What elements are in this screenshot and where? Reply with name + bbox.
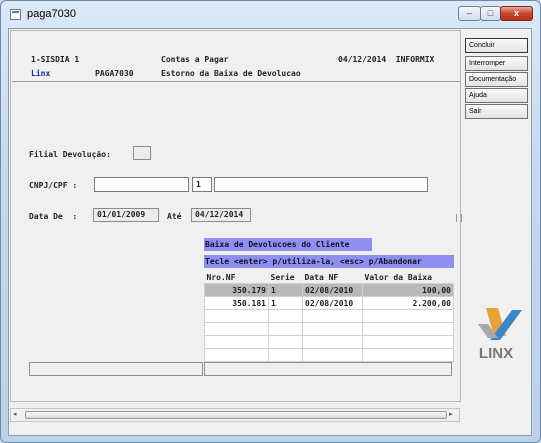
cell-data: 02/08/2010 xyxy=(302,283,363,297)
app-window: paga7030 – □ x 1-SISDIA 1 Contas a Pagar… xyxy=(0,0,541,443)
date-from-label: Data De : xyxy=(29,212,78,221)
table-row[interactable]: 350.181 1 02/08/2010 2.200,00 xyxy=(204,296,454,310)
cnpj-name-field[interactable] xyxy=(214,177,428,192)
status-bar-left xyxy=(29,362,203,376)
concluir-button[interactable]: Concluir xyxy=(465,38,528,53)
program-label: PAGA7030 xyxy=(95,69,134,78)
cell-valor xyxy=(362,335,454,349)
cell-serie xyxy=(268,322,303,336)
cell-valor: 100,00 xyxy=(362,283,454,297)
maximize-button[interactable]: □ xyxy=(480,6,501,21)
cell-serie xyxy=(268,348,303,362)
scroll-left-icon[interactable]: ◂ xyxy=(13,410,17,418)
title-bar[interactable]: paga7030 – □ x xyxy=(1,1,540,27)
table-row[interactable] xyxy=(204,335,454,349)
logo-text: LINX xyxy=(479,345,513,362)
cell-nf: 350.181 xyxy=(204,296,269,310)
close-button[interactable]: x xyxy=(500,6,533,21)
col-nro-nf: Nro.NF xyxy=(206,272,236,282)
table-row[interactable] xyxy=(204,348,454,362)
horizontal-scrollbar[interactable]: ◂ ▸ xyxy=(10,408,460,422)
table-row[interactable]: 350.179 1 02/08/2010 100,00 xyxy=(204,283,454,297)
cell-data xyxy=(302,335,363,349)
col-serie: Serie xyxy=(270,272,295,282)
company-label: Linx xyxy=(31,69,51,78)
cell-data xyxy=(302,309,363,323)
cnpj-field[interactable] xyxy=(94,177,189,192)
cell-data xyxy=(302,348,363,362)
status-bar-right xyxy=(204,362,452,376)
devolucoes-lookup: Baixa de Devolucoes do Cliente Tecle <en… xyxy=(204,238,454,363)
cell-nf xyxy=(204,348,269,362)
cell-valor: 2.200,00 xyxy=(362,296,454,310)
ajuda-button[interactable]: Ajuda xyxy=(465,88,528,103)
cell-nf: 350.179 xyxy=(204,283,269,297)
cell-serie: 1 xyxy=(268,283,303,297)
app-icon xyxy=(10,9,21,20)
filial-label: Filial Devolução: xyxy=(29,150,111,159)
client-area: 1-SISDIA 1 Contas a Pagar 04/12/2014 INF… xyxy=(8,28,532,436)
col-valor-baixa: Valor da Baixa xyxy=(364,272,432,282)
form-panel: 1-SISDIA 1 Contas a Pagar 04/12/2014 INF… xyxy=(10,30,462,403)
window-title: paga7030 xyxy=(27,8,76,20)
cell-data xyxy=(302,322,363,336)
lookup-table: Nro.NF Serie Data NF Valor da Baixa 350.… xyxy=(204,271,454,362)
module-label: Contas a Pagar xyxy=(161,55,229,64)
cell-nf xyxy=(204,309,269,323)
cell-valor xyxy=(362,309,454,323)
vertical-scrollbar[interactable] xyxy=(454,31,462,403)
linx-logo-icon: LINX xyxy=(478,308,522,362)
table-row[interactable] xyxy=(204,309,454,323)
sair-button[interactable]: Sair xyxy=(465,104,528,119)
header-divider xyxy=(12,81,461,82)
cell-valor xyxy=(362,348,454,362)
cell-serie xyxy=(268,309,303,323)
cnpj-digit-field[interactable]: 1 xyxy=(192,177,212,192)
cell-nf xyxy=(204,335,269,349)
lookup-hint: Tecle <enter> p/utiliza-la, <esc> p/Aban… xyxy=(204,255,454,268)
date-from-field[interactable]: 01/01/2009 xyxy=(93,208,159,222)
cell-valor xyxy=(362,322,454,336)
description-label: Estorno da Baixa de Devolucao xyxy=(161,69,301,78)
minimize-button[interactable]: – xyxy=(458,6,481,21)
lookup-title: Baixa de Devolucoes do Cliente xyxy=(204,238,372,251)
cnpj-label: CNPJ/CPF : xyxy=(29,181,78,190)
date-to-field[interactable]: 04/12/2014 xyxy=(191,208,251,222)
system-label: 1-SISDIA 1 xyxy=(31,55,80,64)
date-to-label: Até xyxy=(167,212,182,221)
action-sidebar: Concluir Interromper Documentação Ajuda … xyxy=(462,30,531,434)
cell-nf xyxy=(204,322,269,336)
linx-logo: LINX xyxy=(464,300,528,363)
interromper-button[interactable]: Interromper xyxy=(465,56,528,71)
cell-serie: 1 xyxy=(268,296,303,310)
cell-serie xyxy=(268,335,303,349)
filial-field[interactable] xyxy=(133,146,151,160)
lookup-header-row: Nro.NF Serie Data NF Valor da Baixa xyxy=(205,271,454,284)
date-vendor-label: 04/12/2014 INFORMIX xyxy=(338,55,435,64)
scroll-thumb[interactable] xyxy=(25,411,447,419)
table-row[interactable] xyxy=(204,322,454,336)
documentacao-button[interactable]: Documentação xyxy=(465,72,528,87)
cell-data: 02/08/2010 xyxy=(302,296,363,310)
scroll-right-icon[interactable]: ▸ xyxy=(449,410,453,418)
col-data-nf: Data NF xyxy=(304,272,339,282)
